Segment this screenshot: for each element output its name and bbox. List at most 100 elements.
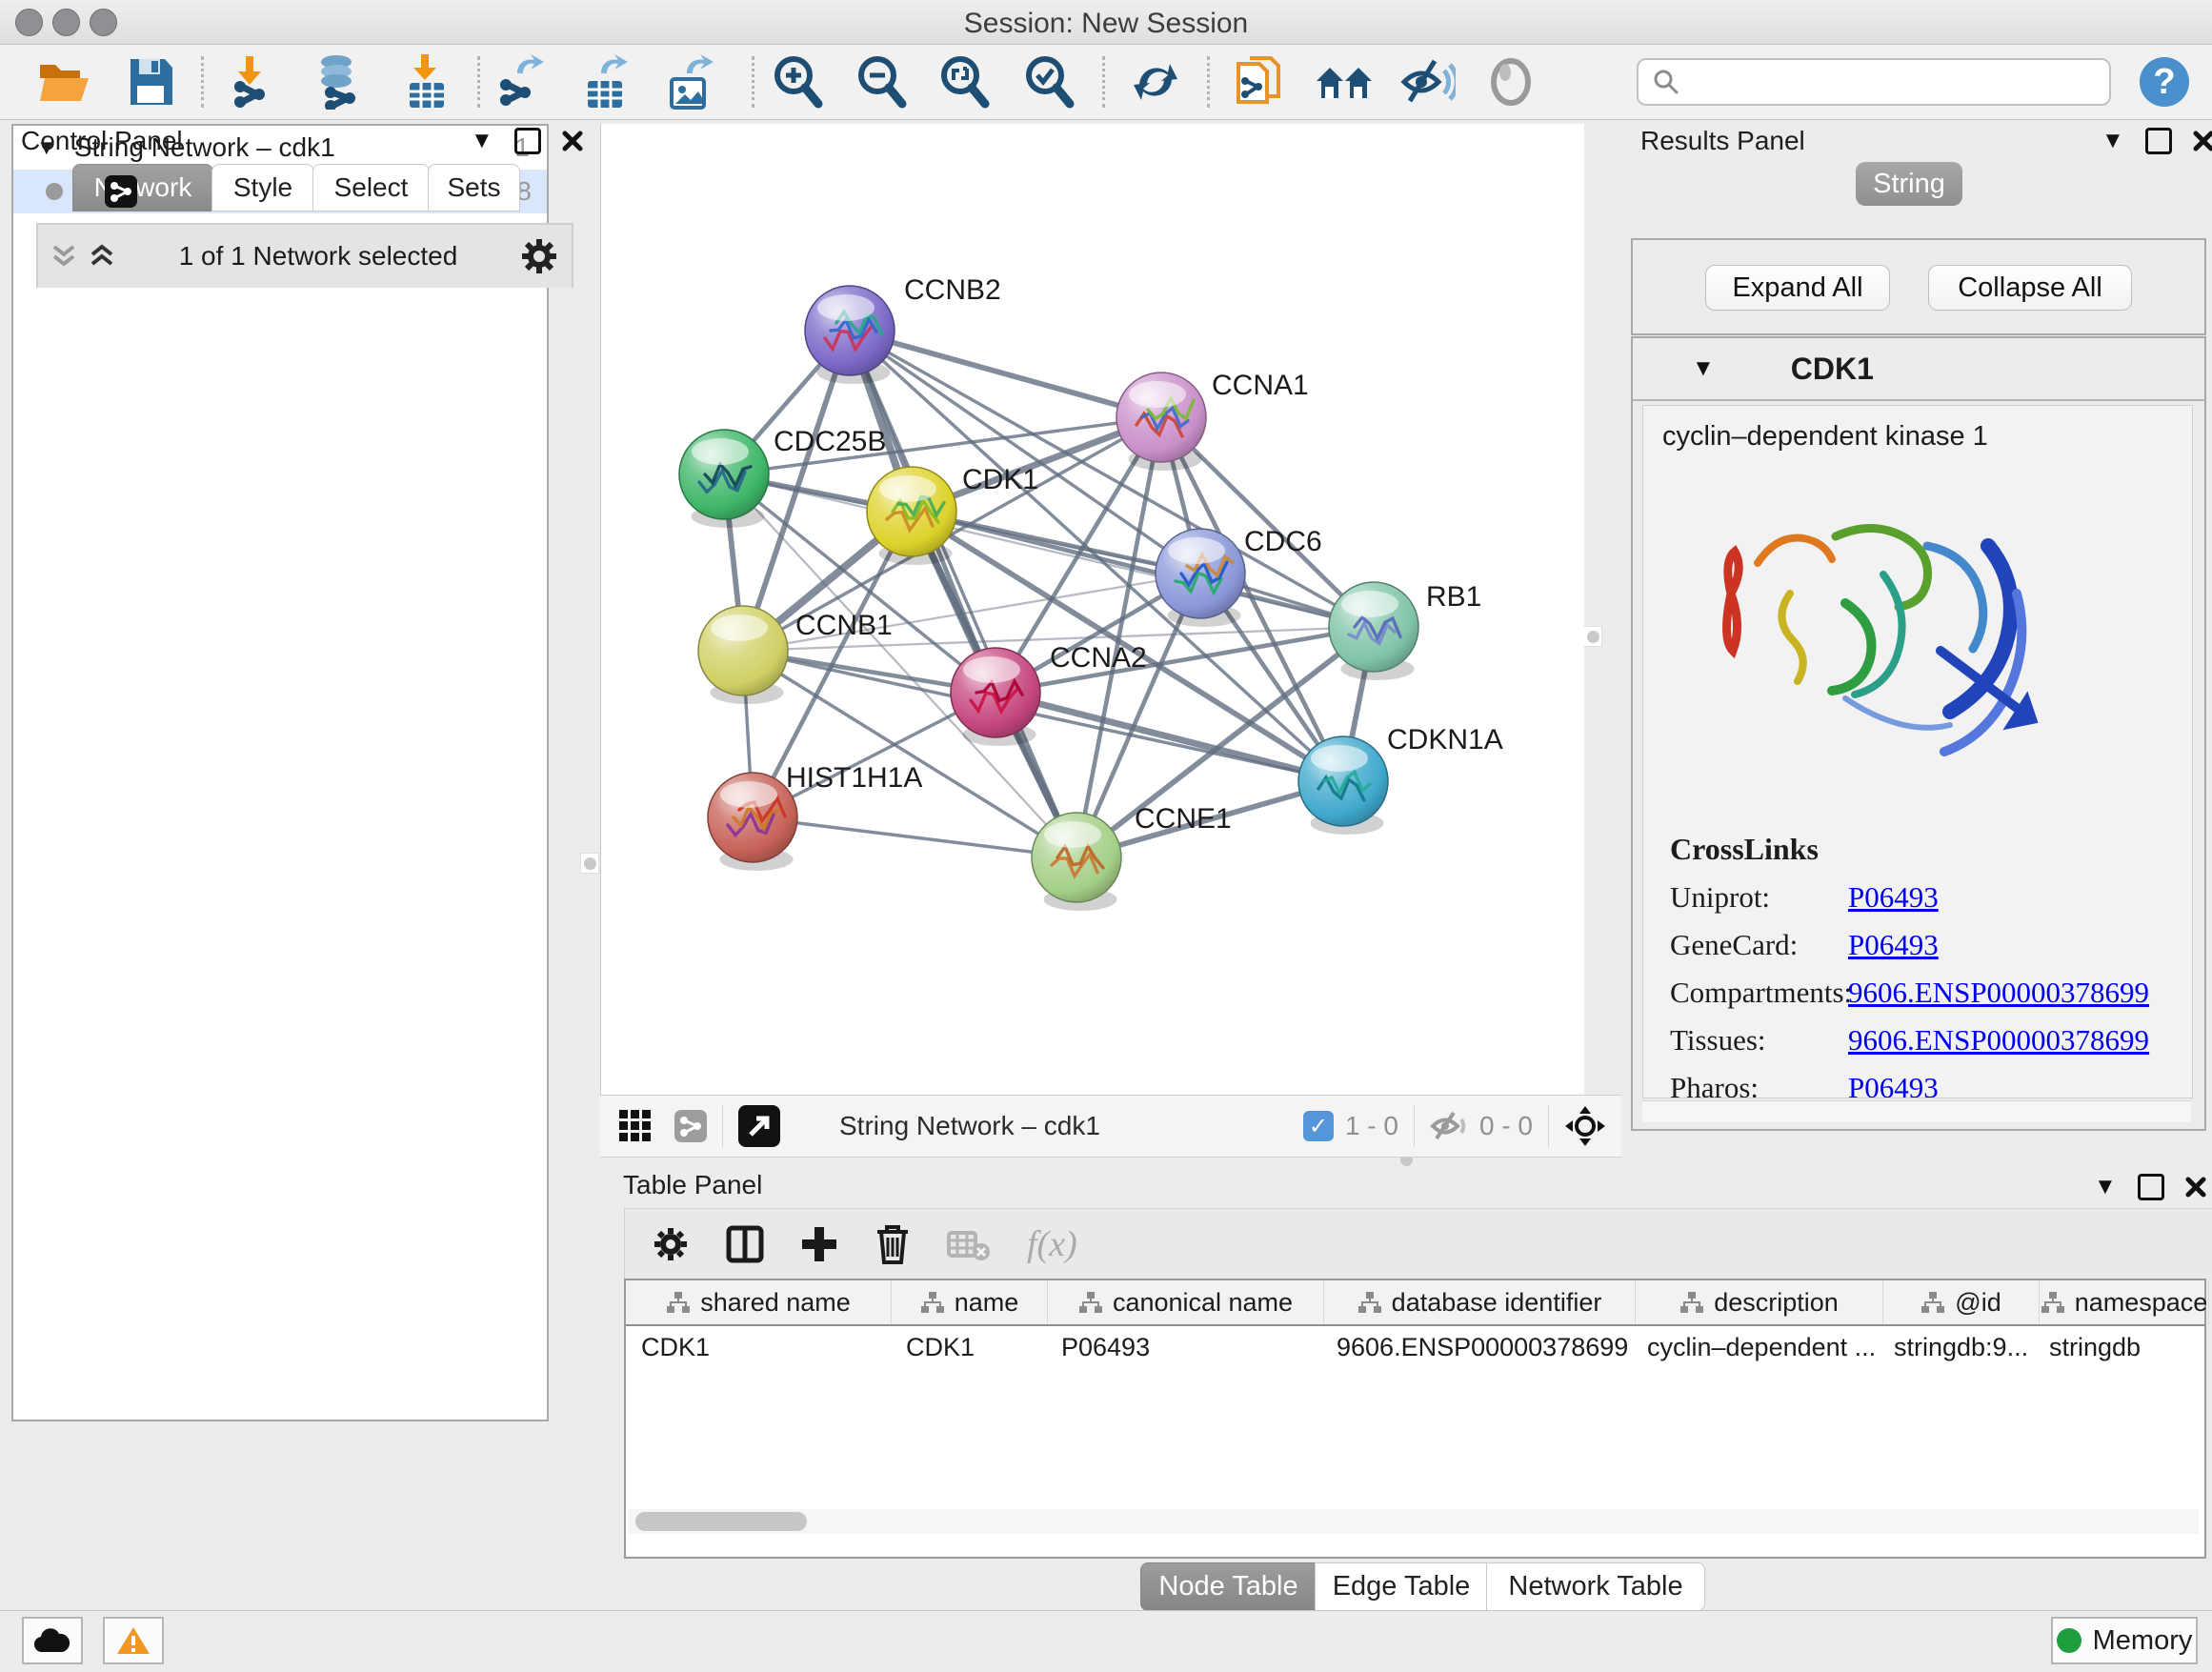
tab-select[interactable]: Select xyxy=(312,164,430,212)
crosslink-row: Compartments:9606.ENSP00000378699 xyxy=(1670,976,2192,1010)
right-splitter-handle[interactable] xyxy=(1583,626,1602,647)
import-network-button[interactable] xyxy=(221,52,290,111)
network-share-toggle-icon[interactable] xyxy=(674,1110,707,1142)
control-panel: Control Panel ▼ Network Style Select Set… xyxy=(11,124,564,1591)
crosslink-link[interactable]: P06493 xyxy=(1848,1071,1939,1098)
search-field[interactable] xyxy=(1637,58,2111,106)
cell-database-identifier[interactable]: 9606.ENSP00000378699 xyxy=(1321,1333,1632,1362)
column-tree-icon xyxy=(1357,1290,1382,1315)
node-label-HIST1H1A: HIST1H1A xyxy=(786,762,922,794)
panel-collapse-icon[interactable]: ▼ xyxy=(471,128,493,154)
export-table-button[interactable] xyxy=(573,52,641,111)
tab-edge-table[interactable]: Edge Table xyxy=(1315,1562,1488,1611)
cell-canonical-name[interactable]: P06493 xyxy=(1046,1333,1321,1362)
column-header-name[interactable]: name xyxy=(892,1280,1048,1324)
birdseye-navigator-icon[interactable] xyxy=(1564,1105,1606,1147)
zoom-out-button[interactable] xyxy=(848,52,916,111)
grid-view-icon[interactable] xyxy=(617,1108,654,1144)
network-graph[interactable]: CCNB2CCNA1CDC25BCDK1CDC6RB1CCNB1CCNA2CDK… xyxy=(601,124,1584,1095)
cloud-button[interactable] xyxy=(22,1617,83,1664)
save-session-button[interactable] xyxy=(116,52,185,111)
tab-network[interactable]: Network xyxy=(72,164,213,212)
import-network-from-database-button[interactable] xyxy=(305,52,373,111)
crosslink-link[interactable]: P06493 xyxy=(1848,928,1939,962)
network-tree: ▼ String Network – cdk1 1 String Network… xyxy=(11,124,549,1421)
eye-orb-icon xyxy=(1486,57,1536,107)
column-header-database-identifier[interactable]: database identifier xyxy=(1324,1280,1636,1324)
tab-style[interactable]: Style xyxy=(211,164,314,212)
crosslink-link[interactable]: 9606.ENSP00000378699 xyxy=(1848,976,2149,1010)
column-header-canonical-name[interactable]: canonical name xyxy=(1048,1280,1324,1324)
tab-sets[interactable]: Sets xyxy=(428,164,520,212)
expand-all-button[interactable]: Expand All xyxy=(1705,265,1890,311)
crosslink-row: Pharos:P06493 xyxy=(1670,1071,2192,1098)
panel-float-icon[interactable] xyxy=(2145,128,2172,154)
cell-shared-name[interactable]: CDK1 xyxy=(626,1333,891,1362)
column-tree-icon xyxy=(920,1290,945,1315)
crosslink-label: Tissues: xyxy=(1670,1023,1848,1058)
warnings-button[interactable] xyxy=(103,1617,164,1664)
column-tree-icon xyxy=(2041,1290,2065,1315)
node-label-CCNA2: CCNA2 xyxy=(1050,642,1147,674)
zoom-fit-button[interactable] xyxy=(931,52,999,111)
expand-all-tree-icon[interactable] xyxy=(50,242,78,271)
cell-name[interactable]: CDK1 xyxy=(891,1333,1046,1362)
panel-collapse-icon[interactable]: ▼ xyxy=(2101,128,2124,154)
cell-description[interactable]: cyclin–dependent ... xyxy=(1632,1333,1879,1362)
node-label-CCNB1: CCNB1 xyxy=(795,610,893,641)
collapse-all-tree-icon[interactable] xyxy=(88,242,116,271)
zoom-in-button[interactable] xyxy=(764,52,833,111)
show-preview-button[interactable] xyxy=(1477,52,1545,111)
panel-close-icon[interactable] xyxy=(2193,131,2212,151)
warning-icon xyxy=(116,1625,151,1656)
panel-close-icon[interactable] xyxy=(562,131,583,151)
panel-close-icon[interactable] xyxy=(2185,1177,2206,1198)
crosslink-link[interactable]: 9606.ENSP00000378699 xyxy=(1848,1023,2149,1058)
selected-checkbox-icon[interactable]: ✓ xyxy=(1303,1111,1334,1141)
hide-selected-button[interactable] xyxy=(1394,52,1462,111)
node-table[interactable]: shared namenamecanonical namedatabase id… xyxy=(624,1279,2206,1559)
function-builder-icon: f(x) xyxy=(1027,1223,1077,1265)
tab-string[interactable]: String xyxy=(1856,162,1962,206)
collapse-all-button[interactable]: Collapse All xyxy=(1928,265,2132,311)
cell--id[interactable]: stringdb:9... xyxy=(1879,1333,2034,1362)
refresh-button[interactable] xyxy=(1121,52,1190,111)
export-network-button[interactable] xyxy=(489,52,557,111)
crosslink-link[interactable]: P06493 xyxy=(1848,880,1939,915)
help-button[interactable]: ? xyxy=(2130,52,2199,111)
panel-collapse-icon[interactable]: ▼ xyxy=(2094,1174,2117,1200)
table-scrollbar-thumb[interactable] xyxy=(635,1512,807,1531)
open-session-button[interactable] xyxy=(30,52,99,111)
cell-namespace[interactable]: stringdb xyxy=(2034,1333,2202,1362)
table-scrollbar-track[interactable] xyxy=(628,1509,2199,1534)
detach-view-icon[interactable] xyxy=(738,1105,780,1147)
panel-float-icon[interactable] xyxy=(514,128,541,154)
zoom-selected-button[interactable] xyxy=(1016,52,1084,111)
delete-column-icon[interactable] xyxy=(875,1224,911,1264)
tab-network-table[interactable]: Network Table xyxy=(1486,1562,1705,1611)
column-header-description[interactable]: description xyxy=(1636,1280,1883,1324)
memory-button[interactable]: Memory xyxy=(2051,1617,2198,1664)
left-splitter-handle[interactable] xyxy=(580,853,599,874)
export-image-button[interactable] xyxy=(656,52,725,111)
add-column-icon[interactable] xyxy=(800,1225,838,1263)
network-options-gear-icon[interactable] xyxy=(520,237,558,275)
crosslink-row: Tissues:9606.ENSP00000378699 xyxy=(1670,1023,2192,1058)
import-table-button[interactable] xyxy=(392,52,461,111)
copy-network-button[interactable] xyxy=(1225,52,1294,111)
show-columns-icon[interactable] xyxy=(726,1225,764,1263)
search-input[interactable] xyxy=(1688,67,2092,98)
tab-node-table[interactable]: Node Table xyxy=(1140,1562,1317,1611)
results-scrollbar-track[interactable] xyxy=(1642,1100,2191,1122)
section-collapse-icon[interactable]: ▼ xyxy=(1692,355,1715,382)
column-header--id[interactable]: @id xyxy=(1883,1280,2040,1324)
network-canvas[interactable]: CCNB2CCNA1CDC25BCDK1CDC6RB1CCNB1CCNA2CDK… xyxy=(600,124,1584,1095)
show-all-networks-button[interactable] xyxy=(1310,52,1378,111)
table-import-icon xyxy=(402,54,452,110)
table-options-gear-icon[interactable] xyxy=(652,1225,690,1263)
window-title: Session: New Session xyxy=(0,8,2212,40)
table-row[interactable]: CDK1CDK1P064939606.ENSP00000378699cyclin… xyxy=(626,1326,2204,1368)
panel-float-icon[interactable] xyxy=(2138,1174,2164,1200)
column-header-namespace[interactable]: namespace xyxy=(2040,1280,2209,1324)
column-header-shared-name[interactable]: shared name xyxy=(626,1280,892,1324)
